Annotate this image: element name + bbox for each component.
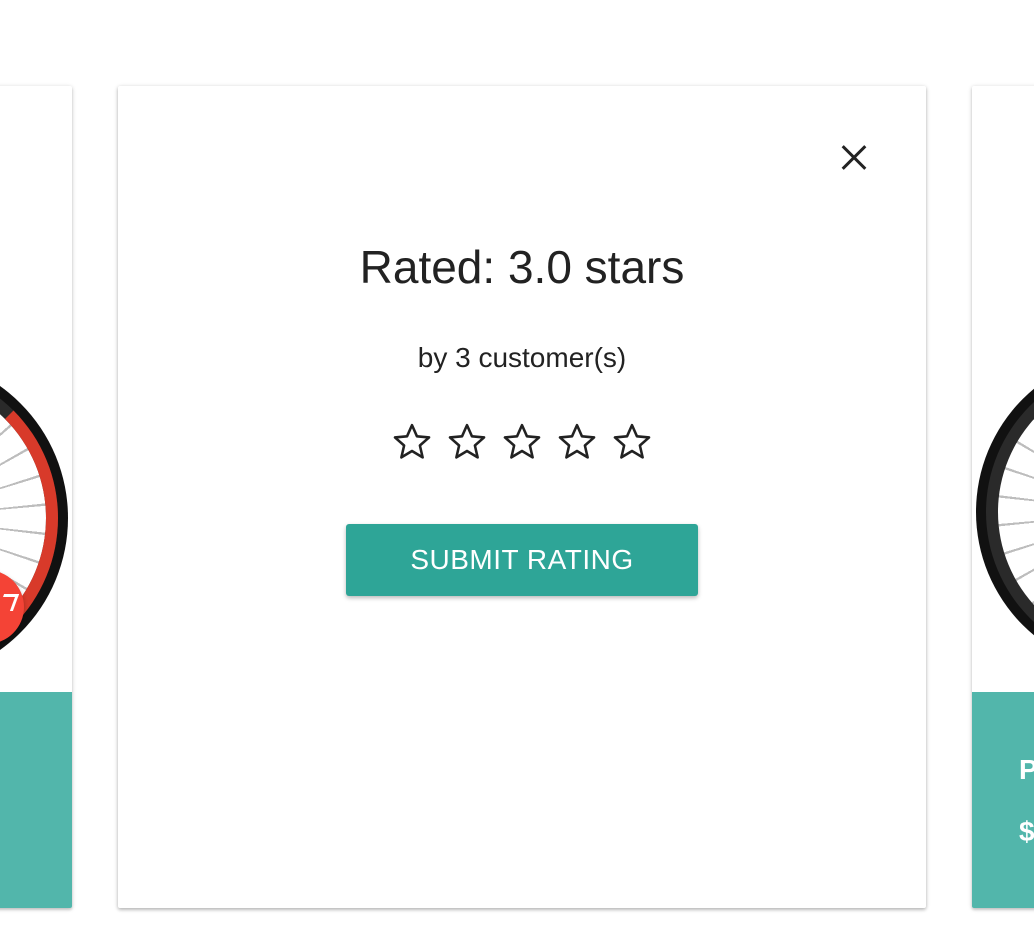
- product-card-footer: P $: [972, 692, 1034, 908]
- rating-count: by 3 customer(s): [417, 342, 627, 373]
- close-icon[interactable]: [832, 136, 876, 180]
- rating-title: Rated: 3.0 stars: [359, 241, 685, 293]
- rating-card: Rated: 3.0 stars by 3 customer(s) SUBMIT…: [118, 86, 926, 908]
- product-card-left[interactable]: [0, 86, 72, 908]
- fab-icon: [0, 594, 20, 611]
- bike-wheel-image: [976, 352, 1034, 672]
- star-2-icon[interactable]: [445, 420, 489, 464]
- star-rating-input[interactable]: [118, 420, 926, 464]
- product-card-footer: [0, 692, 72, 908]
- star-3-icon[interactable]: [500, 420, 544, 464]
- product-card-right[interactable]: P $: [972, 86, 1034, 908]
- star-1-icon[interactable]: [390, 420, 434, 464]
- product-name: P: [1019, 754, 1034, 785]
- star-5-icon[interactable]: [610, 420, 654, 464]
- submit-rating-button[interactable]: SUBMIT RATING: [346, 524, 698, 596]
- star-4-icon[interactable]: [555, 420, 599, 464]
- product-carousel: P $ Rated: 3.0 stars by 3 customer(s) SU…: [0, 0, 1034, 940]
- product-price: $: [1019, 816, 1034, 847]
